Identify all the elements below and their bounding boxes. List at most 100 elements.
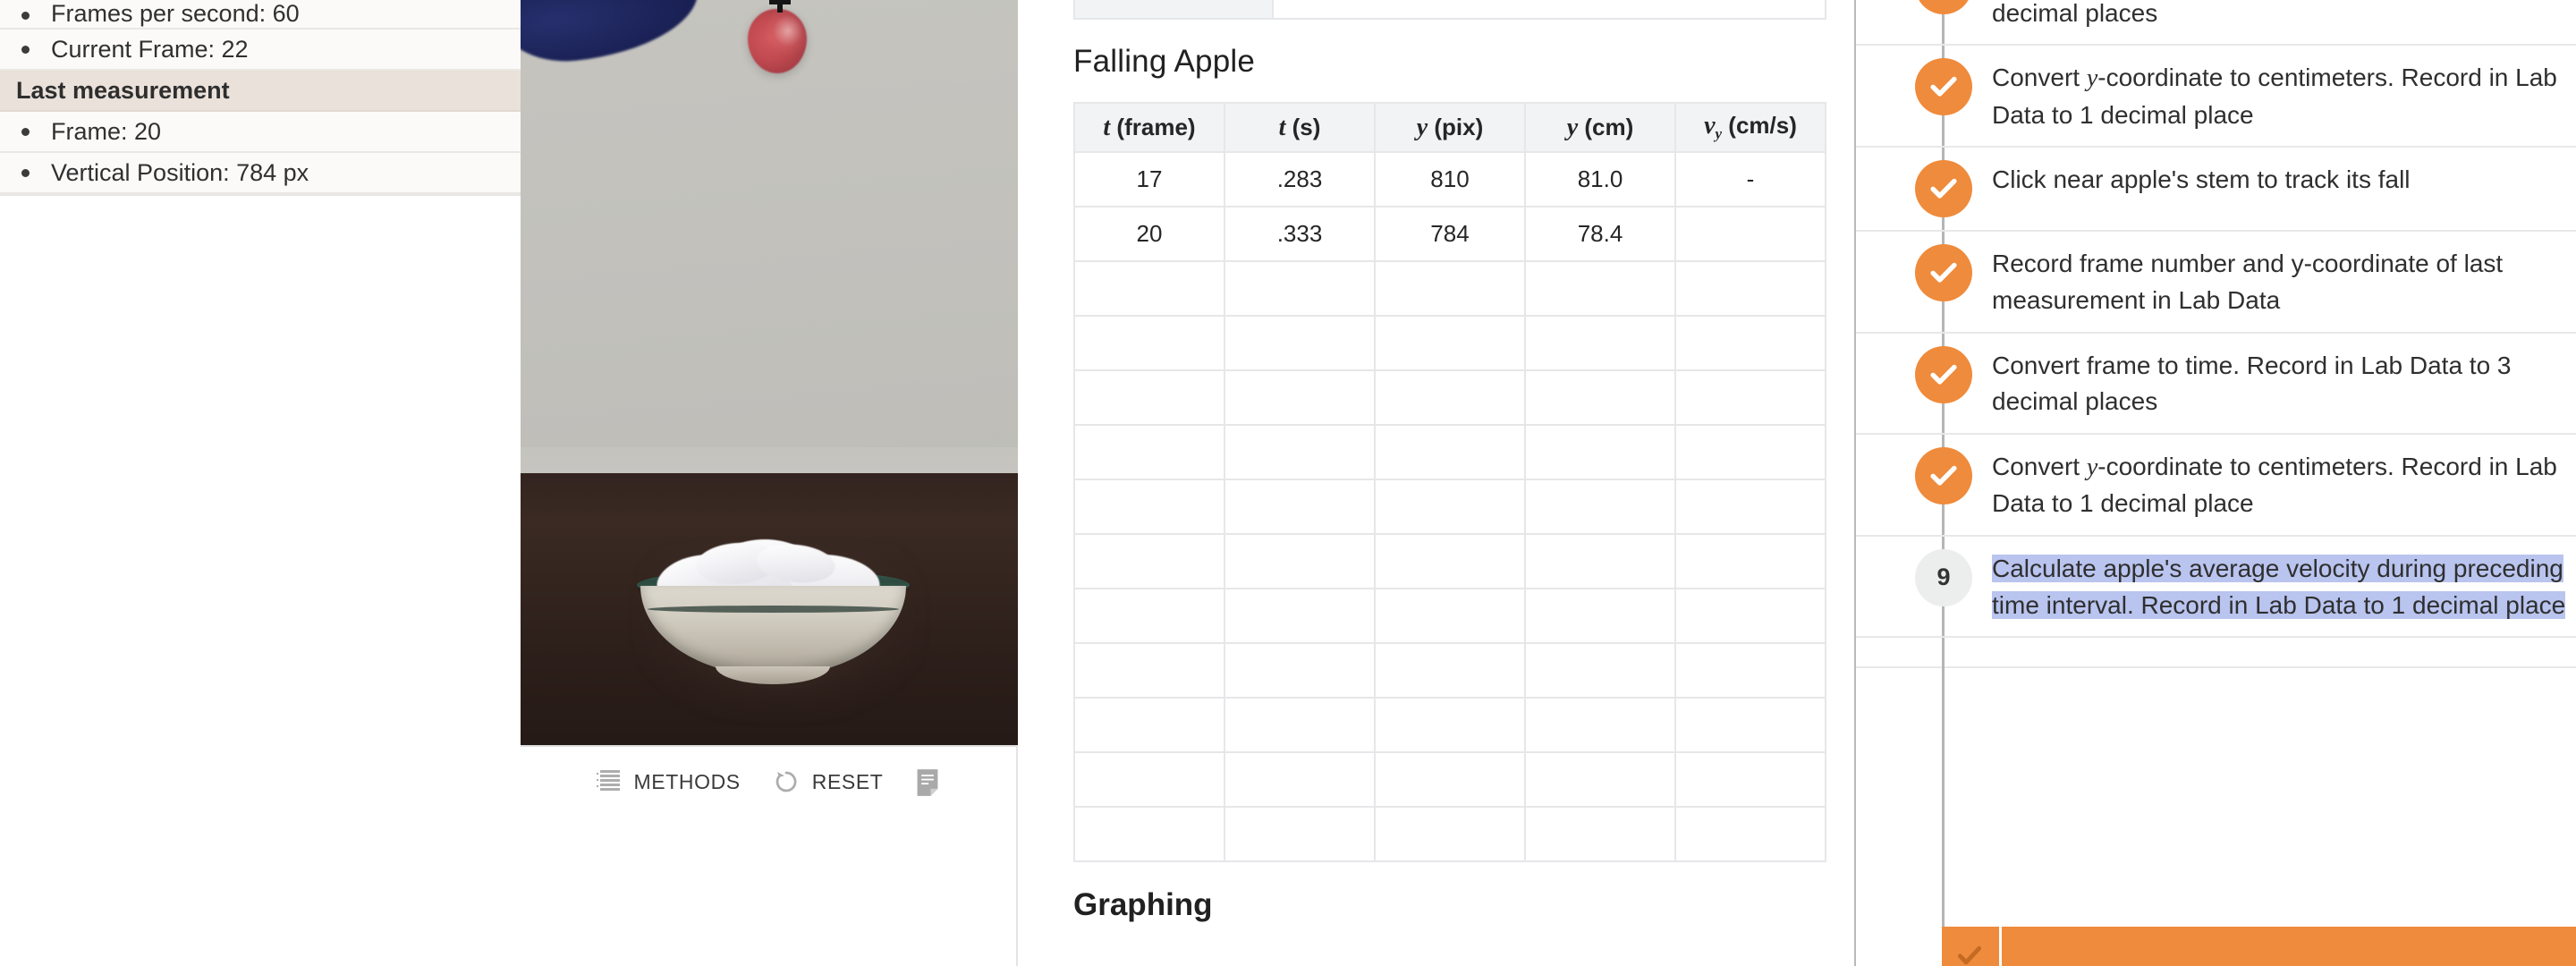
cell-y-cm[interactable] <box>1524 533 1676 589</box>
cell-t-seconds[interactable] <box>1224 642 1376 699</box>
previous-table-partial <box>1073 0 1826 20</box>
cell-vy[interactable] <box>1674 806 1826 862</box>
cell-y-pix[interactable] <box>1374 369 1526 426</box>
checklist-marker <box>1915 58 1972 116</box>
cell-t-frame[interactable] <box>1073 588 1225 644</box>
previous-table-label-cell <box>1075 0 1274 18</box>
cell-vy[interactable] <box>1674 751 1826 808</box>
cell-y-pix[interactable] <box>1374 424 1526 480</box>
checklist-next-item-partial[interactable] <box>1856 927 2576 966</box>
sidebar-empty-area <box>0 194 521 966</box>
cell-vy[interactable] <box>1674 697 1826 753</box>
cell-y-cm[interactable] <box>1524 315 1676 371</box>
cell-vy[interactable] <box>1674 260 1826 317</box>
cell-t-frame[interactable] <box>1073 806 1225 862</box>
cell-y-pix[interactable] <box>1374 588 1526 644</box>
checklist-item[interactable]: Convert y-coordinate to centimeters. Rec… <box>1856 46 2576 148</box>
cell-y-cm[interactable] <box>1524 697 1676 753</box>
table-body: 17 .283 810 81.0 - 20 .333 784 78.4 <box>1073 151 1826 862</box>
notes-button[interactable] <box>915 768 940 797</box>
cell-y-cm[interactable] <box>1524 479 1676 535</box>
cell-t-seconds[interactable]: .283 <box>1224 151 1376 208</box>
cell-t-seconds[interactable] <box>1224 315 1376 371</box>
cell-y-cm[interactable] <box>1524 642 1676 699</box>
cell-t-seconds[interactable] <box>1224 806 1376 862</box>
cell-y-cm[interactable] <box>1524 369 1676 426</box>
cell-y-cm[interactable]: 78.4 <box>1524 206 1676 262</box>
cell-y-pix[interactable] <box>1374 479 1526 535</box>
video-panel: METHODS RESET <box>521 0 1018 966</box>
cell-y-cm[interactable] <box>1524 260 1676 317</box>
checklist-item[interactable]: Click near apple's stem to track its fal… <box>1856 148 2576 233</box>
previous-table-value-cell[interactable] <box>1274 0 1825 18</box>
cell-t-seconds[interactable] <box>1224 479 1376 535</box>
cell-t-frame[interactable] <box>1073 697 1225 753</box>
cell-y-cm[interactable] <box>1524 751 1676 808</box>
cell-y-cm[interactable] <box>1524 588 1676 644</box>
methods-icon <box>596 768 622 795</box>
cell-y-pix[interactable]: 784 <box>1374 206 1526 262</box>
cell-y-pix[interactable] <box>1374 751 1526 808</box>
cell-vy[interactable] <box>1674 533 1826 589</box>
cell-t-frame[interactable] <box>1073 751 1225 808</box>
cell-y-pix[interactable] <box>1374 315 1526 371</box>
table-row <box>1073 697 1826 753</box>
checklist-item[interactable]: Convert frame to time. Record in Lab Dat… <box>1856 0 2576 47</box>
cell-y-pix[interactable] <box>1374 533 1526 589</box>
cell-t-frame[interactable] <box>1073 533 1225 589</box>
video-frame-canvas[interactable] <box>521 0 1018 745</box>
cell-vy[interactable] <box>1674 369 1826 426</box>
reset-icon <box>773 768 800 795</box>
methods-button[interactable]: METHODS <box>596 768 741 795</box>
checklist-item[interactable]: Convert frame to time. Record in Lab Dat… <box>1856 334 2576 435</box>
cell-vy[interactable] <box>1674 206 1826 262</box>
cell-t-frame[interactable] <box>1073 260 1225 317</box>
check-icon <box>1915 446 1972 504</box>
sidebar-section-last-measurement: Last measurement <box>0 71 521 112</box>
sidebar-row-label: Vertical Position: 784 px <box>51 158 309 186</box>
cell-vy[interactable]: - <box>1674 151 1826 208</box>
cell-t-seconds[interactable] <box>1224 697 1376 753</box>
video-toolbar: METHODS RESET <box>521 745 1016 964</box>
cell-vy[interactable] <box>1674 588 1826 644</box>
checklist-item-current[interactable]: 9 Calculate apple's average velocity dur… <box>1856 537 2576 639</box>
check-icon <box>1915 58 1972 116</box>
cell-t-seconds[interactable] <box>1224 751 1376 808</box>
cell-t-seconds[interactable] <box>1224 369 1376 426</box>
checklist-item-text: Record frame number and y-coordinate of … <box>1992 250 2504 314</box>
cell-y-pix[interactable] <box>1374 642 1526 699</box>
cell-t-frame[interactable]: 17 <box>1073 151 1225 208</box>
cell-t-seconds[interactable] <box>1224 424 1376 480</box>
cell-y-pix[interactable] <box>1374 260 1526 317</box>
cell-y-cm[interactable]: 81.0 <box>1524 151 1676 208</box>
cell-t-seconds[interactable] <box>1224 588 1376 644</box>
cell-y-cm[interactable] <box>1524 806 1676 862</box>
cell-y-pix[interactable]: 810 <box>1374 151 1526 208</box>
checklist-item[interactable]: Record frame number and y-coordinate of … <box>1856 232 2576 334</box>
cell-vy[interactable] <box>1674 642 1826 699</box>
cell-t-frame[interactable] <box>1073 642 1225 699</box>
cell-t-frame[interactable]: 20 <box>1073 206 1225 262</box>
cell-vy[interactable] <box>1674 479 1826 535</box>
cell-y-pix[interactable] <box>1374 697 1526 753</box>
cell-t-frame[interactable] <box>1073 315 1225 371</box>
cell-t-frame[interactable] <box>1073 369 1225 426</box>
cell-t-seconds[interactable] <box>1224 260 1376 317</box>
reset-button[interactable]: RESET <box>773 768 884 795</box>
notes-icon <box>915 768 940 797</box>
cell-y-pix[interactable] <box>1374 806 1526 862</box>
sidebar-row-vertical-position: Vertical Position: 784 px <box>0 153 521 194</box>
bowl-band <box>648 606 899 613</box>
cell-t-frame[interactable] <box>1073 479 1225 535</box>
sidebar-row-label: Current Frame: 22 <box>51 35 249 63</box>
cell-t-frame[interactable] <box>1073 424 1225 480</box>
checklist-spacer <box>1856 638 2576 669</box>
cell-vy[interactable] <box>1674 424 1826 480</box>
cell-vy[interactable] <box>1674 315 1826 371</box>
cell-t-seconds[interactable]: .333 <box>1224 206 1376 262</box>
app-root: Frames per second: 60 Current Frame: 22 … <box>0 0 2576 966</box>
cell-t-seconds[interactable] <box>1224 533 1376 589</box>
checklist-item[interactable]: Convert y-coordinate to centimeters. Rec… <box>1856 435 2576 537</box>
cell-y-cm[interactable] <box>1524 424 1676 480</box>
page-title: Falling Apple <box>1073 44 1256 79</box>
